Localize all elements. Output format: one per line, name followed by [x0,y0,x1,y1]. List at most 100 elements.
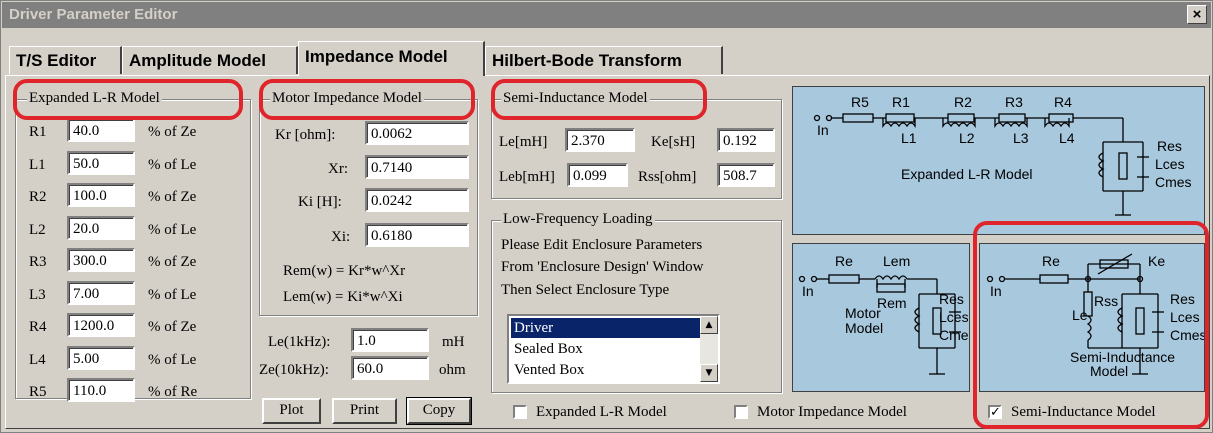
expanded-l3-label: L3 [1013,130,1029,146]
low-frequency-loading-title: Low-Frequency Loading [501,211,655,228]
tab-ts-editor[interactable]: T/S Editor [9,46,122,74]
expanded-cmes-label: Cmes [1155,174,1192,190]
lr-param-field[interactable]: 300.0 [67,248,135,272]
lr-param-unit: % of Ze [148,254,197,270]
motor-res-label: Res [939,291,964,307]
semi-le-field[interactable]: 2.370 [565,128,635,152]
kr-field[interactable]: 0.0062 [365,121,469,145]
semi-ke-label: Ke[sH] [651,134,696,150]
close-button[interactable]: × [1187,5,1207,24]
semi-inductance-circuit-diagram: Re Ke In Rss Le Res Lces Cmes Semi-Induc… [979,243,1207,392]
tab-impedance-model[interactable]: Impedance Model [298,41,485,76]
motor-impedance-checkbox[interactable] [734,405,748,419]
semi-rss-label: Rss[ohm] [638,169,697,185]
semi-ke-field[interactable]: 0.192 [717,128,775,152]
semi-le-label: Le[mH] [499,134,548,150]
semi-rss-field[interactable]: 508.7 [717,163,775,187]
lr-param-label: R2 [29,189,47,205]
lr-param-unit: % of Ze [148,319,197,335]
lr-param-field[interactable]: 7.00 [67,280,135,305]
lr-param-unit: % of Le [148,221,197,238]
window-title: Driver Parameter Editor [9,6,178,23]
semi-inductance-checkbox-label[interactable]: Semi-Inductance Model [1011,403,1156,421]
semi-lces-label: Lces [1170,309,1200,325]
check-mark-icon: ✓ [990,405,1001,420]
lr-param-label: R4 [29,319,47,335]
ki-field[interactable]: 0.0242 [365,188,469,212]
xi-label: Xi: [331,229,351,245]
expanded-lces-label: Lces [1155,156,1185,172]
scroll-up-arrow-icon[interactable]: ▲ [700,316,718,334]
tab-hilbert-bode-transform[interactable]: Hilbert-Bode Transform [485,46,723,74]
scroll-down-arrow-icon[interactable]: ▼ [700,364,718,382]
lr-param-unit: % of Le [148,156,197,173]
motor-caption-2: Model [845,320,883,336]
lr-param-label: R3 [29,254,47,270]
ze-10khz-unit: ohm [439,362,466,378]
lr-param-label: L1 [29,156,46,173]
enclosure-type-listbox[interactable]: Driver Sealed Box Vented Box ▲ ▼ [507,314,720,384]
semi-le-diagram-label: Le [1072,307,1088,323]
lr-param-field[interactable]: 110.0 [67,378,135,402]
lr-param-field[interactable]: 50.0 [67,150,135,175]
motor-model-circuit-diagram: Re Lem Rem In Motor Model Res Lces Cmes [792,243,976,392]
lr-param-field[interactable]: 20.0 [67,215,135,240]
enclosure-option-vented-box[interactable]: Vented Box [511,360,702,380]
expanded-in-label: In [817,122,829,138]
ki-label: Ki [H]: [298,194,342,210]
ze-10khz-field[interactable]: 60.0 [351,356,429,380]
expanded-r1-label: R1 [892,94,910,110]
lr-param-unit: % of Le [148,286,197,303]
tab-amplitude-model[interactable]: Amplitude Model [122,46,298,74]
lr-param-label: L4 [29,351,46,368]
lr-param-unit: % of Re [148,384,198,400]
semi-in-label: In [990,283,1002,299]
expanded-l2-label: L2 [959,130,975,146]
rem-formula: Rem(w) = Kr*w^Xr [283,263,406,279]
xr-label: Xr: [328,161,348,177]
lr-param-unit: % of Ze [148,124,197,140]
expanded-l1-label: L1 [901,130,917,146]
lowfreq-text-2: From 'Enclosure Design' Window [501,259,704,275]
expanded-lr-checkbox-label[interactable]: Expanded L-R Model [536,403,667,421]
motor-re-label: Re [835,253,853,269]
driver-parameter-editor-window: Driver Parameter Editor × T/S Editor Amp… [0,0,1213,433]
motor-caption-1: Motor [845,305,881,321]
xr-field[interactable]: 0.7140 [365,155,469,179]
print-button[interactable]: Print [332,398,397,424]
semi-res-label: Res [1170,291,1195,307]
semi-inductance-title: Semi-Inductance Model [501,90,650,107]
lr-param-field[interactable]: 40.0 [67,118,135,142]
semi-rss-diagram-label: Rss [1094,293,1118,309]
listbox-scrollbar[interactable]: ▲ ▼ [700,316,718,382]
enclosure-option-driver[interactable]: Driver [511,318,702,338]
motor-lem-label: Lem [883,253,910,269]
le-1khz-field[interactable]: 1.0 [351,328,429,352]
lowfreq-text-3: Then Select Enclosure Type [501,282,670,298]
lr-param-label: R5 [29,384,47,400]
le-1khz-label: Le(1kHz): [268,334,331,350]
plot-button[interactable]: Plot [262,398,321,424]
expanded-lr-checkbox[interactable] [513,405,527,419]
expanded-lr-title: Expanded L-R Model [27,90,162,107]
expanded-diagram-caption: Expanded L-R Model [901,166,1033,182]
lr-param-unit: % of Ze [148,189,197,205]
lr-param-field[interactable]: 5.00 [67,345,135,370]
semi-caption-2: Model [1090,363,1128,379]
lr-param-field[interactable]: 100.0 [67,183,135,207]
enclosure-option-sealed-box[interactable]: Sealed Box [511,339,702,359]
le-1khz-unit: mH [442,334,465,350]
motor-impedance-title: Motor Impedance Model [270,90,424,107]
semi-leb-field[interactable]: 0.099 [567,163,628,187]
copy-button[interactable]: Copy [406,397,472,425]
expanded-res-label: Res [1157,138,1182,154]
expanded-r5-label: R5 [851,94,869,110]
lr-param-label: L2 [29,221,46,238]
expanded-lr-circuit-diagram: R5 R1 R2 R3 R4 L1 L2 L3 L4 In Res Lces C… [792,86,1205,235]
xi-field[interactable]: 0.6180 [365,223,469,247]
semi-inductance-checkbox[interactable]: ✓ [988,405,1002,419]
expanded-l4-label: L4 [1059,130,1075,146]
motor-impedance-checkbox-label[interactable]: Motor Impedance Model [757,403,907,421]
lr-param-field[interactable]: 1200.0 [67,313,135,337]
expanded-r4-label: R4 [1054,94,1072,110]
